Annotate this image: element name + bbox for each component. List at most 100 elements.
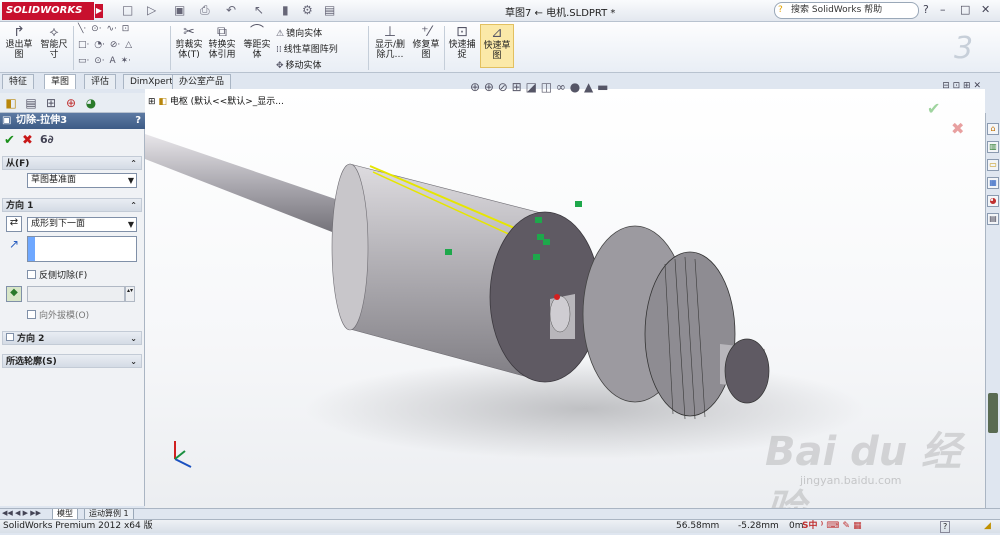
- preview-icon[interactable]: 6∂: [40, 133, 54, 146]
- linear-pattern-button[interactable]: ⁞⁞ 线性草图阵列: [276, 42, 338, 55]
- property-manager-title: 切除-拉伸3: [16, 115, 68, 126]
- close-button[interactable]: ✕: [981, 3, 990, 16]
- sketch-tools-row-3[interactable]: ▭· ⊙· A ✶·: [78, 56, 133, 66]
- side-tab-handle[interactable]: [988, 393, 998, 433]
- tab-evaluate[interactable]: 评估: [84, 74, 117, 89]
- reverse-direction-button[interactable]: ⇄: [6, 216, 22, 232]
- expand-icon: ⌄: [130, 357, 137, 366]
- tab-scroll-arrows[interactable]: ◀◀ ◀ ▶ ▶▶: [2, 509, 41, 517]
- repair-label: 修复草 图: [412, 40, 440, 60]
- save-icon[interactable]: ▣: [174, 3, 185, 17]
- offset-entities-button[interactable]: ⌒ 等距实 体: [240, 24, 274, 60]
- show-delete-relations-button[interactable]: ⊥ 显示/删 除几…: [372, 24, 408, 60]
- help-icon[interactable]: ?: [923, 3, 929, 16]
- rapid-sketch-button[interactable]: ⊿ 快速草 图: [480, 24, 514, 68]
- design-library-icon[interactable]: ▥: [987, 141, 999, 153]
- sketch-tools-row-2[interactable]: □· ◔· ⊘· △: [78, 40, 134, 50]
- from-select-value: 草图基准面: [31, 175, 77, 185]
- section-direction-1-label: 方向 1: [6, 201, 34, 211]
- new-document-icon[interactable]: □: [122, 3, 133, 17]
- window-icon[interactable]: ▤: [324, 3, 335, 17]
- help-button[interactable]: ?: [135, 113, 141, 129]
- tab-features[interactable]: 特征: [2, 74, 35, 89]
- draft-outward-label: 向外拔模(O): [39, 311, 90, 321]
- move-entities-button[interactable]: ✥ 移动实体: [276, 58, 322, 71]
- ime-icon[interactable]: S中 ⁾ ⌨ ✎ ▦: [802, 520, 862, 533]
- end-condition-select[interactable]: 成形到下一面 ▼: [27, 217, 137, 232]
- draft-angle-spinner[interactable]: ▴▾: [125, 286, 135, 302]
- maximize-button[interactable]: □: [960, 3, 970, 16]
- tab-sketch[interactable]: 草图: [44, 74, 77, 89]
- direction-vector-field[interactable]: [27, 236, 137, 262]
- logo-menu-arrow-icon[interactable]: ▶: [95, 4, 103, 18]
- open-document-icon[interactable]: ▷: [147, 3, 156, 17]
- linear-pattern-icon: ⁞⁞: [276, 45, 282, 55]
- configuration-manager-icon[interactable]: ⊞: [42, 95, 60, 111]
- section-direction-1[interactable]: 方向 1 ⌃: [2, 198, 142, 212]
- section-direction-2[interactable]: 方向 2 ⌄: [2, 331, 142, 345]
- collapse-icon: ⌃: [130, 201, 137, 210]
- rapid-sketch-label: 快速草 图: [483, 41, 511, 61]
- resize-grip-icon[interactable]: ◢: [984, 520, 991, 533]
- mirror-label: 镜向实体: [286, 29, 323, 39]
- options-icon[interactable]: ⚙: [302, 3, 313, 17]
- quick-snaps-button[interactable]: ⊡ 快速捕 捉: [446, 24, 478, 60]
- draft-on-off-button[interactable]: ◆: [6, 286, 22, 302]
- custom-properties-icon[interactable]: ▤: [987, 213, 999, 225]
- section-from-label: 从(F): [6, 159, 30, 169]
- trim-entities-button[interactable]: ✂ 剪裁实 体(T): [174, 24, 204, 60]
- rapid-sketch-icon: ⊿: [491, 25, 503, 41]
- sketch-tools-row-1[interactable]: ╲· ⊙· ∿· ⊡: [78, 24, 131, 34]
- feature-manager-icon[interactable]: ◧: [2, 95, 20, 111]
- motor-body-back: [331, 163, 369, 331]
- trim-icon: ✂: [183, 24, 195, 40]
- flip-side-label: 反侧切除(F): [39, 271, 88, 281]
- checkbox-box: [27, 310, 36, 319]
- mirror-entities-button[interactable]: ⚠ 镜向实体: [276, 26, 322, 39]
- coord-y: -5.28mm: [738, 521, 779, 531]
- document-title: 草图7 ← 电机.SLDPRT *: [505, 8, 616, 19]
- task-pane: ⌂ ▥ ▭ ▦ ◕ ▤: [985, 113, 1000, 508]
- ok-button[interactable]: ✔: [4, 133, 15, 148]
- flip-side-checkbox[interactable]: 反侧切除(F): [27, 268, 87, 281]
- draft-outward-checkbox[interactable]: 向外拔模(O): [27, 308, 89, 321]
- relations-icon: ⊥: [383, 24, 397, 40]
- resources-icon[interactable]: ⌂: [987, 123, 999, 135]
- view-palette-icon[interactable]: ▦: [987, 177, 999, 189]
- divider: [444, 26, 445, 70]
- shaft-left: [145, 134, 350, 239]
- from-select[interactable]: 草图基准面 ▼: [27, 173, 137, 188]
- repair-icon: ⁺⁄: [421, 24, 431, 40]
- rebuild-icon[interactable]: ▮: [282, 3, 289, 17]
- direction-2-checkbox[interactable]: [6, 333, 14, 341]
- dimxpert-manager-icon[interactable]: ⊕: [62, 95, 80, 111]
- graphics-area[interactable]: ⊕ ⊕ ⊘ ⊞ ◪ ◫ ∞ ● ▲ ▬ ⊟ ⊡ ⊞ ✕ ⊞ ◧ 电枢 (默认<<…: [145, 80, 985, 533]
- minimize-button[interactable]: –: [940, 3, 946, 16]
- exit-sketch-button[interactable]: ↱ 退出草 图: [4, 24, 34, 60]
- display-manager-icon[interactable]: ◕: [82, 95, 100, 111]
- smart-dimension-button[interactable]: ⟡ 智能尺 寸: [38, 24, 70, 60]
- print-icon[interactable]: ⎙: [200, 3, 210, 18]
- convert-icon: ⧉: [217, 24, 227, 40]
- ds-logo-icon: 3: [954, 31, 973, 66]
- undo-icon[interactable]: ↶: [226, 3, 236, 17]
- help-status-icon[interactable]: ?: [940, 521, 951, 533]
- cancel-button[interactable]: ✖: [22, 133, 33, 148]
- draft-angle-input[interactable]: [27, 286, 125, 302]
- help-search-input[interactable]: ? 搜索 SolidWorks 帮助: [774, 2, 919, 19]
- section-selected-contours[interactable]: 所选轮廓(S) ⌄: [2, 354, 142, 368]
- section-from[interactable]: 从(F) ⌃: [2, 156, 142, 170]
- file-explorer-icon[interactable]: ▭: [987, 159, 999, 171]
- tab-office-products[interactable]: 办公室产品: [172, 74, 232, 89]
- repair-sketch-button[interactable]: ⁺⁄ 修复草 图: [409, 24, 443, 60]
- origin-marker: [554, 294, 560, 300]
- solidworks-logo[interactable]: SOLIDWORKS: [2, 2, 94, 20]
- model-tabs: ◀◀ ◀ ▶ ▶▶ 模型 运动算例 1: [0, 508, 1000, 520]
- move-label: 移动实体: [285, 61, 322, 71]
- convert-entities-button[interactable]: ⧉ 转换实 体引用: [205, 24, 239, 60]
- appearances-icon[interactable]: ◕: [987, 195, 999, 207]
- convert-label: 转换实 体引用: [208, 40, 236, 60]
- chevron-down-icon: ▼: [127, 176, 134, 185]
- select-icon[interactable]: ↖: [254, 3, 264, 17]
- property-manager-icon[interactable]: ▤: [22, 95, 40, 111]
